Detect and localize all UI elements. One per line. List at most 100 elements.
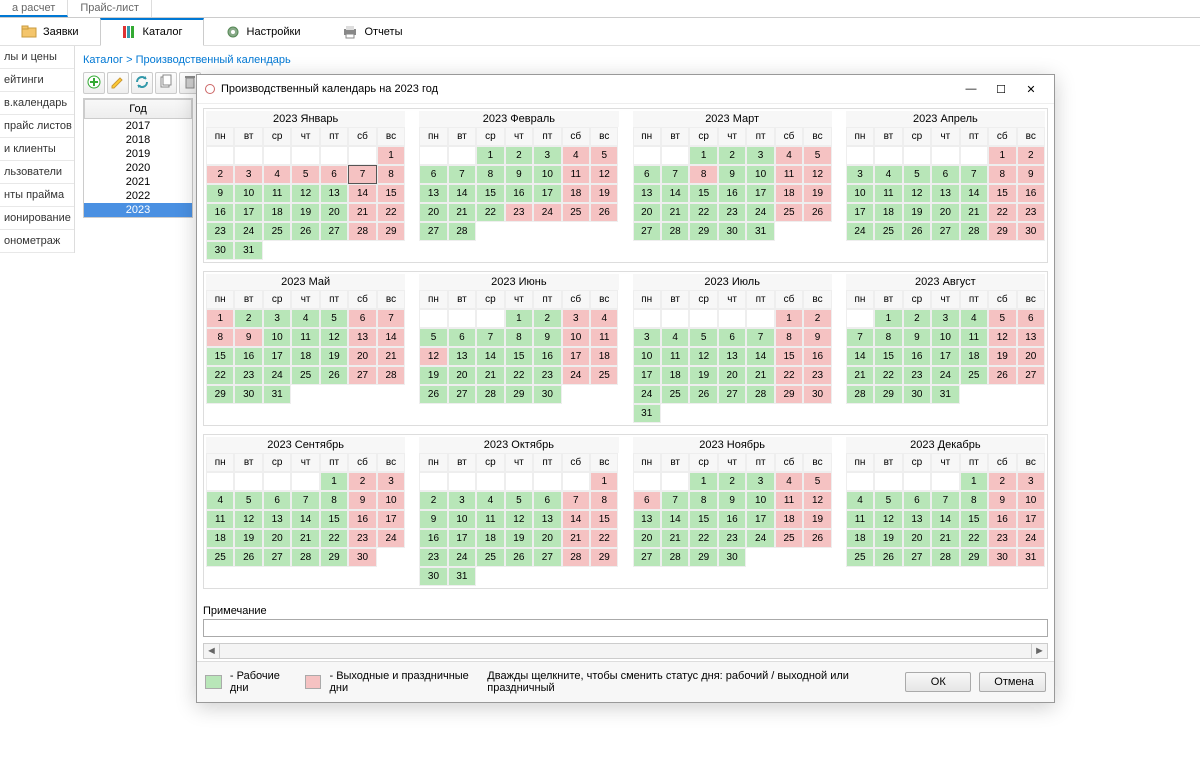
day-cell[interactable]: 9 [533, 328, 561, 347]
day-cell[interactable]: 20 [903, 529, 931, 548]
day-cell[interactable]: 1 [590, 472, 618, 491]
day-cell[interactable]: 16 [206, 203, 234, 222]
year-item-2017[interactable]: 2017 [84, 119, 192, 133]
day-cell[interactable]: 3 [263, 309, 291, 328]
day-cell[interactable]: 20 [1017, 347, 1045, 366]
day-cell[interactable]: 24 [263, 366, 291, 385]
day-cell[interactable]: 27 [931, 222, 959, 241]
day-cell[interactable]: 29 [206, 385, 234, 404]
day-cell[interactable]: 11 [661, 347, 689, 366]
day-cell[interactable]: 29 [505, 385, 533, 404]
day-cell[interactable]: 3 [633, 328, 661, 347]
day-cell[interactable]: 17 [263, 347, 291, 366]
main-tab-каталог[interactable]: Каталог [100, 18, 204, 46]
day-cell[interactable]: 24 [1017, 529, 1045, 548]
day-cell[interactable]: 5 [903, 165, 931, 184]
day-cell[interactable]: 5 [291, 165, 319, 184]
day-cell[interactable]: 6 [263, 491, 291, 510]
day-cell[interactable]: 7 [448, 165, 476, 184]
day-cell[interactable]: 18 [775, 510, 803, 529]
scroll-right-icon[interactable]: ► [1031, 644, 1047, 658]
day-cell[interactable]: 9 [206, 184, 234, 203]
day-cell[interactable]: 11 [775, 165, 803, 184]
day-cell[interactable]: 21 [476, 366, 504, 385]
day-cell[interactable]: 21 [348, 203, 376, 222]
day-cell[interactable]: 5 [988, 309, 1016, 328]
day-cell[interactable]: 12 [903, 184, 931, 203]
day-cell[interactable]: 29 [988, 222, 1016, 241]
day-cell[interactable]: 30 [803, 385, 831, 404]
day-cell[interactable]: 26 [505, 548, 533, 567]
day-cell[interactable]: 9 [348, 491, 376, 510]
day-cell[interactable]: 19 [803, 510, 831, 529]
ok-button[interactable]: ОК [905, 672, 971, 692]
day-cell[interactable]: 6 [718, 328, 746, 347]
day-cell[interactable]: 1 [476, 146, 504, 165]
day-cell[interactable]: 4 [846, 491, 874, 510]
day-cell[interactable]: 21 [931, 529, 959, 548]
day-cell[interactable]: 20 [419, 203, 447, 222]
day-cell[interactable]: 23 [718, 203, 746, 222]
day-cell[interactable]: 10 [263, 328, 291, 347]
day-cell[interactable]: 8 [206, 328, 234, 347]
day-cell[interactable]: 4 [590, 309, 618, 328]
day-cell[interactable]: 14 [846, 347, 874, 366]
day-cell[interactable]: 27 [448, 385, 476, 404]
day-cell[interactable]: 2 [988, 472, 1016, 491]
day-cell[interactable]: 31 [263, 385, 291, 404]
day-cell[interactable]: 24 [846, 222, 874, 241]
day-cell[interactable]: 23 [533, 366, 561, 385]
day-cell[interactable]: 25 [291, 366, 319, 385]
day-cell[interactable]: 8 [775, 328, 803, 347]
day-cell[interactable]: 28 [448, 222, 476, 241]
day-cell[interactable]: 19 [689, 366, 717, 385]
day-cell[interactable]: 4 [476, 491, 504, 510]
day-cell[interactable]: 19 [874, 529, 902, 548]
day-cell[interactable]: 31 [448, 567, 476, 586]
year-item-2020[interactable]: 2020 [84, 161, 192, 175]
day-cell[interactable]: 11 [263, 184, 291, 203]
day-cell[interactable]: 26 [291, 222, 319, 241]
day-cell[interactable]: 9 [718, 491, 746, 510]
sidebar-item[interactable]: лы и цены [0, 46, 74, 69]
day-cell[interactable]: 31 [633, 404, 661, 423]
day-cell[interactable]: 14 [960, 184, 988, 203]
day-cell[interactable]: 24 [377, 529, 405, 548]
day-cell[interactable]: 20 [533, 529, 561, 548]
main-tab-отчеты[interactable]: Отчеты [321, 18, 423, 46]
day-cell[interactable]: 28 [291, 548, 319, 567]
day-cell[interactable]: 22 [874, 366, 902, 385]
day-cell[interactable]: 30 [234, 385, 262, 404]
day-cell[interactable]: 3 [1017, 472, 1045, 491]
day-cell[interactable]: 10 [448, 510, 476, 529]
day-cell[interactable]: 10 [846, 184, 874, 203]
day-cell[interactable]: 1 [505, 309, 533, 328]
day-cell[interactable]: 11 [846, 510, 874, 529]
day-cell[interactable]: 13 [263, 510, 291, 529]
day-cell[interactable]: 28 [476, 385, 504, 404]
day-cell[interactable]: 4 [960, 309, 988, 328]
day-cell[interactable]: 8 [689, 165, 717, 184]
day-cell[interactable]: 24 [746, 203, 774, 222]
day-cell[interactable]: 20 [448, 366, 476, 385]
day-cell[interactable]: 20 [718, 366, 746, 385]
sidebar-item[interactable]: и клиенты [0, 138, 74, 161]
copy-button[interactable] [155, 72, 177, 94]
day-cell[interactable]: 18 [960, 347, 988, 366]
day-cell[interactable]: 17 [234, 203, 262, 222]
day-cell[interactable]: 23 [348, 529, 376, 548]
edit-button[interactable] [107, 72, 129, 94]
day-cell[interactable]: 25 [846, 548, 874, 567]
day-cell[interactable]: 14 [746, 347, 774, 366]
day-cell[interactable]: 9 [803, 328, 831, 347]
day-cell[interactable]: 2 [718, 472, 746, 491]
day-cell[interactable]: 2 [206, 165, 234, 184]
day-cell[interactable]: 25 [960, 366, 988, 385]
year-item-2018[interactable]: 2018 [84, 133, 192, 147]
day-cell[interactable]: 25 [206, 548, 234, 567]
day-cell[interactable]: 29 [590, 548, 618, 567]
main-tab-настройки[interactable]: Настройки [204, 18, 322, 46]
day-cell[interactable]: 13 [633, 510, 661, 529]
day-cell[interactable]: 19 [419, 366, 447, 385]
day-cell[interactable]: 12 [505, 510, 533, 529]
